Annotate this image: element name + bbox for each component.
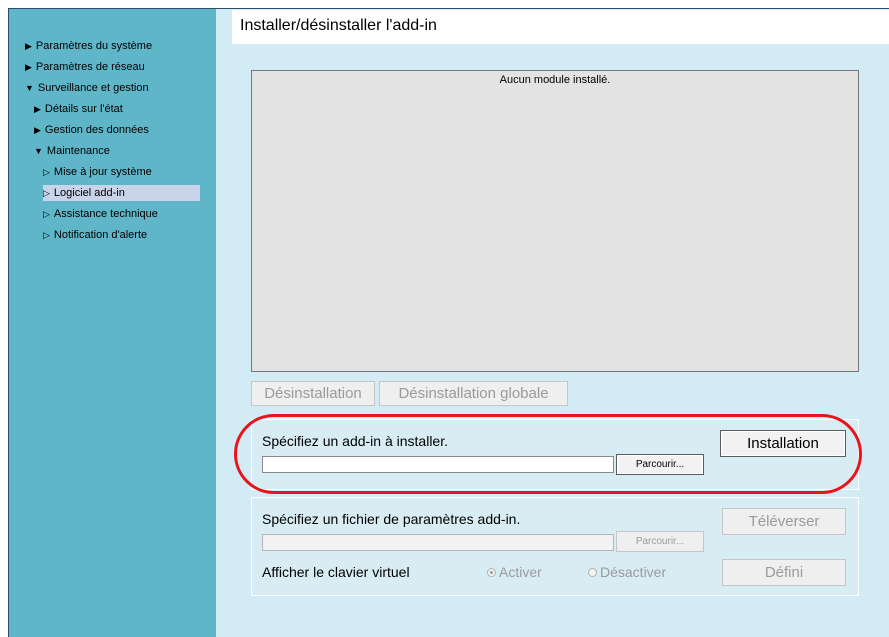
sidebar-item-system-settings[interactable]: ▶ Paramètres du système <box>25 38 152 54</box>
expand-arrow-icon: ▶ <box>34 125 41 135</box>
install-button[interactable]: Installation <box>720 430 846 457</box>
radio-disable-label: Désactiver <box>600 564 667 580</box>
sidebar-item-label: Logiciel add-in <box>53 187 125 199</box>
params-file-field[interactable] <box>262 534 614 551</box>
install-prompt: Spécifiez un add-in à installer. <box>262 433 448 449</box>
params-prompt: Spécifiez un fichier de paramètres add-i… <box>262 511 521 527</box>
collapse-arrow-icon: ▼ <box>34 146 43 156</box>
sidebar-item-label: Détails sur l'état <box>44 103 123 115</box>
sidebar-item-label: Gestion des données <box>44 124 149 136</box>
expand-arrow-icon: ▶ <box>25 62 32 72</box>
sidebar-item-label: Notification d'alerte <box>53 229 148 241</box>
browse-params-button[interactable]: Parcourir... <box>616 531 704 552</box>
empty-list-message: Aucun module installé. <box>499 74 611 86</box>
radio-selected-icon <box>487 567 496 577</box>
addin-file-field[interactable] <box>262 456 614 473</box>
expand-arrow-icon: ▶ <box>34 104 41 114</box>
radio-enable-label: Activer <box>499 564 542 580</box>
page-title: Installer/désinstaller l'add-in <box>240 17 437 34</box>
expand-arrow-icon: ▶ <box>25 41 32 51</box>
radio-enable[interactable]: Activer <box>487 564 542 580</box>
sidebar-item-maintenance[interactable]: ▼ Maintenance <box>34 143 110 159</box>
sidebar-item-technical-support[interactable]: ▷ Assistance technique <box>43 206 158 222</box>
sidebar-item-system-update[interactable]: ▷ Mise à jour système <box>43 164 152 180</box>
page-arrow-icon: ▷ <box>43 167 50 177</box>
set-button[interactable]: Défini <box>722 559 846 586</box>
sidebar-item-label: Mise à jour système <box>53 166 152 178</box>
sidebar-item-monitoring[interactable]: ▼ Surveillance et gestion <box>25 80 149 96</box>
browse-addin-button[interactable]: Parcourir... <box>616 454 704 475</box>
page-arrow-icon: ▷ <box>43 188 50 198</box>
sidebar-item-data-management[interactable]: ▶ Gestion des données <box>34 122 149 138</box>
sidebar-item-label: Surveillance et gestion <box>37 82 149 94</box>
sidebar-item-status-details[interactable]: ▶ Détails sur l'état <box>34 101 123 117</box>
uninstall-all-button[interactable]: Désinstallation globale <box>379 381 568 406</box>
upload-button[interactable]: Téléverser <box>722 508 846 535</box>
sidebar-item-network-settings[interactable]: ▶ Paramètres de réseau <box>25 59 145 75</box>
page-arrow-icon: ▷ <box>43 230 50 240</box>
page-arrow-icon: ▷ <box>43 209 50 219</box>
collapse-arrow-icon: ▼ <box>25 83 34 93</box>
sidebar-item-label: Assistance technique <box>53 208 158 220</box>
sidebar-item-label: Maintenance <box>46 145 110 157</box>
installed-modules-list[interactable]: Aucun module installé. <box>251 70 859 372</box>
virtual-keyboard-label: Afficher le clavier virtuel <box>262 564 410 580</box>
sidebar-item-alert-notification[interactable]: ▷ Notification d'alerte <box>43 227 147 243</box>
radio-disable[interactable]: Désactiver <box>588 564 666 580</box>
sidebar-item-label: Paramètres de réseau <box>35 61 145 73</box>
radio-unselected-icon <box>588 567 597 577</box>
sidebar-item-addin-software[interactable]: ▷ Logiciel add-in <box>43 185 200 201</box>
sidebar-item-label: Paramètres du système <box>35 40 153 52</box>
uninstall-button[interactable]: Désinstallation <box>251 381 375 406</box>
